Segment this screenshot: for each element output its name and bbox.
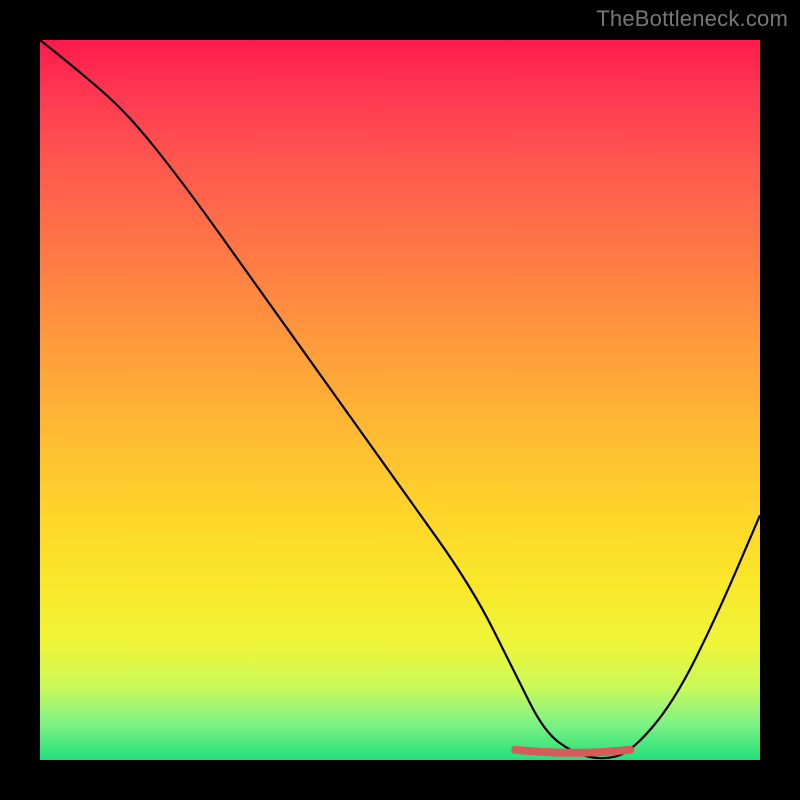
optimal-range-highlight <box>515 750 630 753</box>
chart-plot-area <box>40 40 760 760</box>
bottleneck-curve <box>40 40 760 760</box>
curve-path <box>40 40 760 758</box>
watermark-text: TheBottleneck.com <box>596 6 788 32</box>
